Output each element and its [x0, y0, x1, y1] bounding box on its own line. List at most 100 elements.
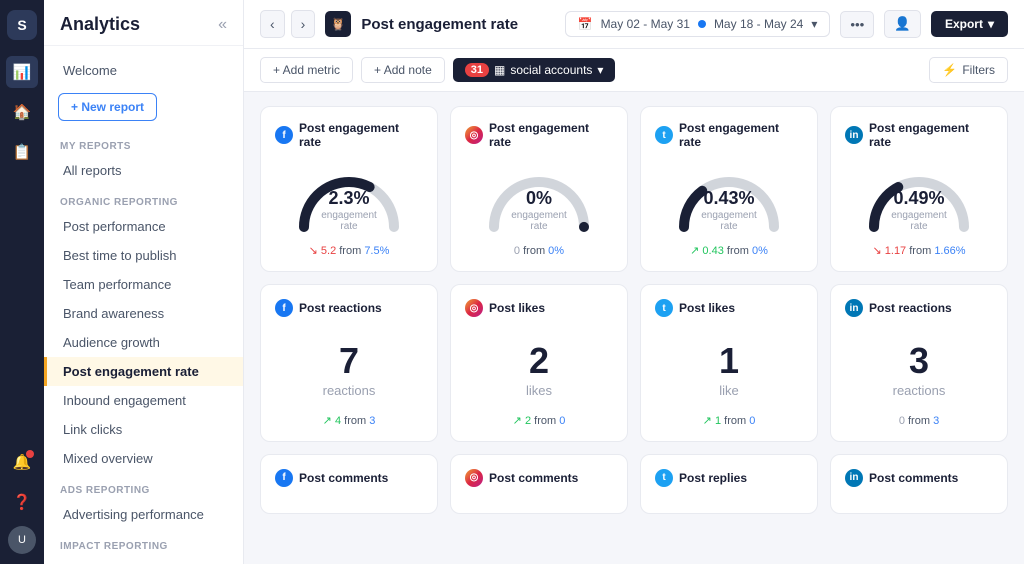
- ig-likes-icon: ◎: [465, 299, 483, 317]
- trend-li-icon: ↘: [872, 245, 881, 257]
- new-report-button[interactable]: + New report: [58, 93, 157, 121]
- section-label-ads: ADS REPORTING: [44, 473, 243, 500]
- card-tw-engagement-rate: t Post engagement rate 0.43% engagement …: [640, 106, 818, 272]
- card-fb-engagement-rate: f Post engagement rate 2.3% engagement r…: [260, 106, 438, 272]
- card-li-title: Post engagement rate: [869, 121, 993, 149]
- li-reactions-unit: reactions: [845, 383, 993, 398]
- add-metric-button[interactable]: + Add metric: [260, 57, 353, 83]
- trend-fb-reactions-icon: ↗: [323, 415, 332, 427]
- card-tw-replies: t Post replies: [640, 454, 818, 514]
- reactions-cards-row: f Post reactions 7 reactions ↗ 4 from 3 …: [260, 284, 1008, 442]
- card-ig-footer: 0 from 0%: [465, 237, 613, 257]
- card-fb-reactions-title: Post reactions: [299, 301, 382, 315]
- li-reactions-num: 3: [845, 341, 993, 381]
- trend-tw-icon: ↗: [690, 245, 699, 257]
- card-tw-header: t Post engagement rate: [655, 121, 803, 149]
- user-button[interactable]: 👤: [884, 10, 921, 38]
- accounts-count-badge: 31: [465, 63, 489, 77]
- trend-ig-likes-from-val: 0: [559, 415, 565, 427]
- calendar-icon: 📅: [578, 17, 593, 31]
- card-fb-reactions-header: f Post reactions: [275, 299, 423, 317]
- trend-ig-from-val: 0%: [548, 245, 564, 257]
- back-button[interactable]: ‹: [260, 10, 285, 38]
- card-ig-engagement-rate: ◎ Post engagement rate 0% engagement rat…: [450, 106, 628, 272]
- topbar-nav: ‹ ›: [260, 10, 315, 38]
- filters-label: Filters: [962, 63, 995, 77]
- add-note-button[interactable]: + Add note: [361, 57, 445, 83]
- card-fb-comments: f Post comments: [260, 454, 438, 514]
- ig-likes-unit: likes: [465, 383, 613, 398]
- trend-fb-from-val: 7.5%: [364, 245, 389, 257]
- sidebar-item-link-clicks[interactable]: Link clicks: [44, 415, 243, 444]
- section-label-impact: IMPACT REPORTING: [44, 529, 243, 556]
- trend-fb-reactions-from: from: [344, 415, 366, 427]
- sidebar-item-team-performance[interactable]: Team performance: [44, 270, 243, 299]
- sidebar-item-post-performance[interactable]: Post performance: [44, 212, 243, 241]
- gauge-li-value: 0.49%: [891, 188, 947, 210]
- card-ig-comments-header: ◎ Post comments: [465, 469, 613, 487]
- nav-icon-help[interactable]: ❓: [6, 486, 38, 518]
- card-fb-comments-header: f Post comments: [275, 469, 423, 487]
- trend-tw-likes-from-val: 0: [749, 415, 755, 427]
- card-ig-title: Post engagement rate: [489, 121, 613, 149]
- trend-li-from: from: [909, 245, 931, 257]
- export-arrow: ▾: [988, 17, 994, 31]
- trend-ig-from: from: [523, 245, 545, 257]
- sidebar-item-inbound[interactable]: Inbound engagement: [44, 386, 243, 415]
- trend-tw-value: 0.43: [702, 245, 723, 257]
- sidebar-item-all-reports[interactable]: All reports: [44, 156, 243, 185]
- date-range-primary[interactable]: 📅 May 02 - May 31 May 18 - May 24 ▾: [565, 11, 831, 37]
- section-label-organic: ORGANIC REPORTING: [44, 185, 243, 212]
- sidebar-item-brand-awareness[interactable]: Brand awareness: [44, 299, 243, 328]
- nav-icon-alerts[interactable]: 🔔: [6, 446, 38, 478]
- sidebar-item-welcome[interactable]: Welcome: [44, 56, 243, 85]
- card-ig-header: ◎ Post engagement rate: [465, 121, 613, 149]
- gauge-li: 0.49% engagement rate: [845, 159, 993, 236]
- li-comments-icon: in: [845, 469, 863, 487]
- card-ig-likes-footer: ↗ 2 from 0: [465, 406, 613, 427]
- logo: S: [7, 10, 37, 40]
- filter-icon: ⚡: [942, 63, 957, 77]
- accounts-arrow: ▾: [597, 63, 603, 77]
- export-button[interactable]: Export ▾: [931, 11, 1008, 37]
- trend-tw-likes-icon: ↗: [703, 415, 712, 427]
- nav-icon-home[interactable]: 🏠: [6, 96, 38, 128]
- collapse-button[interactable]: «: [218, 16, 227, 34]
- sidebar-item-audience-growth[interactable]: Audience growth: [44, 328, 243, 357]
- trend-tw-likes-from: from: [724, 415, 746, 427]
- fb-icon: f: [275, 126, 293, 144]
- date-chevron-icon: ▾: [811, 17, 817, 31]
- card-fb-footer: ↘ 5.2 from 7.5%: [275, 236, 423, 257]
- card-tw-title: Post engagement rate: [679, 121, 803, 149]
- date-range2-label: May 18 - May 24: [714, 17, 803, 31]
- sidebar-item-mixed[interactable]: Mixed overview: [44, 444, 243, 473]
- nav-icon-analytics[interactable]: 📊: [6, 56, 38, 88]
- gauge-ig-sub: engagement rate: [511, 210, 567, 232]
- social-accounts-button[interactable]: 31 ▦ social accounts ▾: [453, 58, 616, 82]
- gauge-fb: 2.3% engagement rate: [275, 159, 423, 236]
- sidebar-item-advertising[interactable]: Advertising performance: [44, 500, 243, 529]
- tw-big-number: 1 like: [655, 327, 803, 406]
- card-tw-likes-footer: ↗ 1 from 0: [655, 406, 803, 427]
- section-label-my-reports: MY REPORTS: [44, 129, 243, 156]
- filters-button[interactable]: ⚡ Filters: [929, 57, 1008, 83]
- date-range1-label: May 02 - May 31: [601, 17, 690, 31]
- gauge-tw-sub: engagement rate: [701, 210, 757, 232]
- gauge-tw: 0.43% engagement rate: [655, 159, 803, 236]
- gauge-li-sub: engagement rate: [891, 210, 947, 232]
- trend-li-value: 1.17: [885, 245, 906, 257]
- avatar[interactable]: U: [8, 526, 36, 554]
- fb-reactions-unit: reactions: [275, 383, 423, 398]
- comments-cards-row: f Post comments ◎ Post comments t Post r…: [260, 454, 1008, 514]
- sidebar-item-post-engagement[interactable]: Post engagement rate: [44, 357, 243, 386]
- card-ig-comments-title: Post comments: [489, 471, 578, 485]
- forward-button[interactable]: ›: [291, 10, 316, 38]
- ig-likes-num: 2: [465, 341, 613, 381]
- nav-icon-reports[interactable]: 📋: [6, 136, 38, 168]
- card-tw-replies-title: Post replies: [679, 471, 747, 485]
- trend-ig-likes-icon: ↗: [513, 415, 522, 427]
- gauge-fb-sub: engagement rate: [321, 210, 377, 232]
- card-fb-header: f Post engagement rate: [275, 121, 423, 149]
- more-button[interactable]: •••: [840, 11, 874, 38]
- sidebar-item-best-time[interactable]: Best time to publish: [44, 241, 243, 270]
